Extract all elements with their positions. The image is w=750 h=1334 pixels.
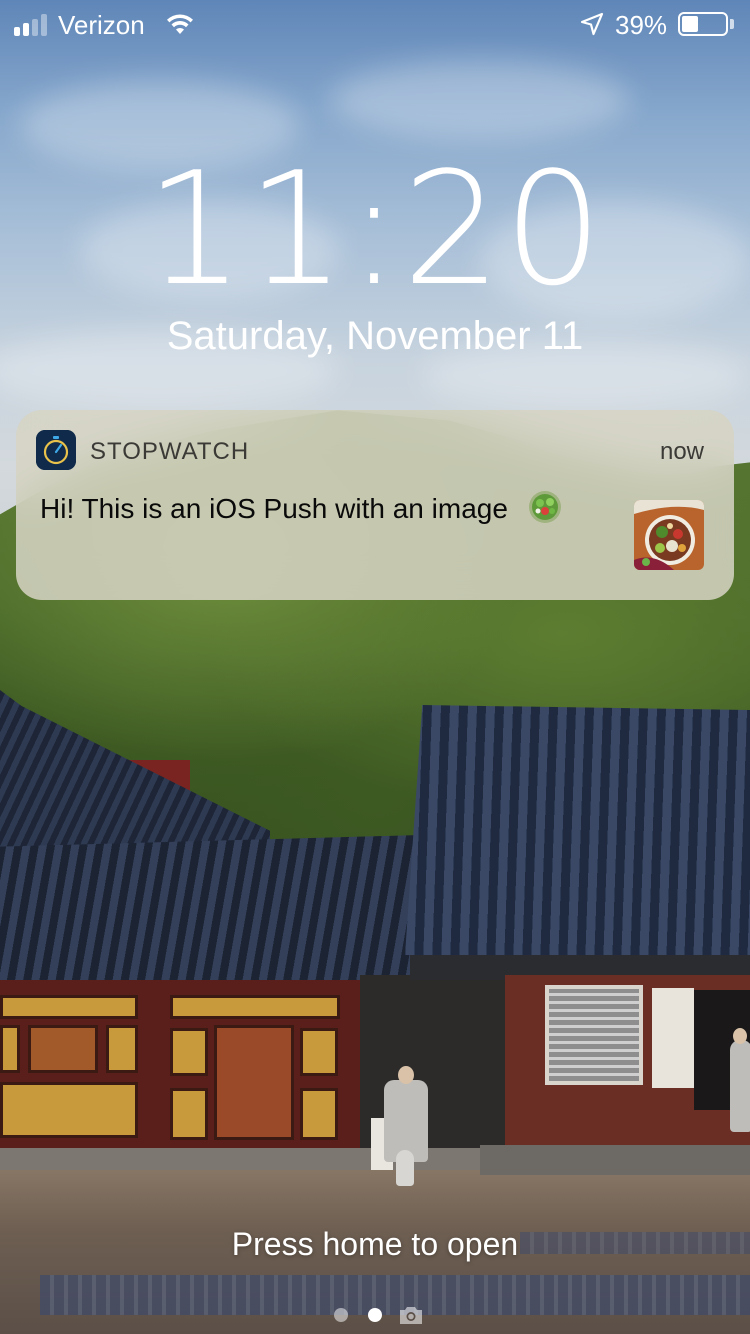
temple-lattice-window xyxy=(545,985,643,1085)
carrier-name: Verizon xyxy=(58,10,145,40)
notification-timestamp: now xyxy=(659,438,704,465)
lock-screen-date: Saturday, November 11 xyxy=(166,314,584,358)
location-arrow-icon xyxy=(580,12,604,36)
temple-panel xyxy=(170,1088,208,1140)
battery-level xyxy=(682,16,698,32)
battery-terminal xyxy=(730,19,734,29)
temple-panel xyxy=(0,1082,138,1138)
wifi-icon xyxy=(167,14,193,34)
push-notification[interactable]: STOPWATCH now Hi! This is an iOS Push wi… xyxy=(16,410,734,600)
press-home-hint: Press home to open xyxy=(231,1226,519,1262)
temple-roof-middle xyxy=(0,835,420,980)
temple-panel xyxy=(300,1088,338,1140)
monk-head xyxy=(398,1066,414,1084)
temple-roof-right xyxy=(405,705,750,955)
lock-screen-time: 11:20 xyxy=(145,138,605,320)
page-indicator[interactable] xyxy=(330,1302,430,1326)
temple-panel xyxy=(28,1025,98,1073)
camera-icon[interactable] xyxy=(398,1304,424,1326)
status-bar: Verizon 39% xyxy=(0,0,750,48)
temple-steps xyxy=(480,1145,750,1175)
notification-message: Hi! This is an iOS Push with an image xyxy=(40,490,562,525)
cellular-signal-icon xyxy=(14,14,52,36)
stopwatch-icon xyxy=(36,430,76,470)
temple-panel xyxy=(106,1025,138,1073)
notification-image-thumbnail[interactable] xyxy=(634,500,704,570)
temple-panel xyxy=(0,1025,20,1073)
battery-percentage: 39% xyxy=(615,10,668,40)
temple-door xyxy=(214,1025,294,1140)
temple-panel xyxy=(170,1028,208,1076)
wallpaper-cloud xyxy=(330,60,630,140)
monk-legs xyxy=(396,1150,414,1186)
salad-emoji xyxy=(528,491,561,523)
monk-figure xyxy=(730,1040,750,1132)
page-dot-active[interactable] xyxy=(368,1308,382,1322)
temple-panel xyxy=(170,995,340,1019)
page-dot[interactable] xyxy=(334,1308,348,1322)
temple-panel xyxy=(300,1028,338,1076)
battery-icon xyxy=(678,12,728,36)
temple-panel xyxy=(0,995,138,1019)
notification-message-text: Hi! This is an iOS Push with an image xyxy=(40,493,508,524)
monk-head xyxy=(733,1028,747,1044)
temple-sign xyxy=(652,988,694,1088)
notification-app-name: STOPWATCH xyxy=(90,438,250,465)
